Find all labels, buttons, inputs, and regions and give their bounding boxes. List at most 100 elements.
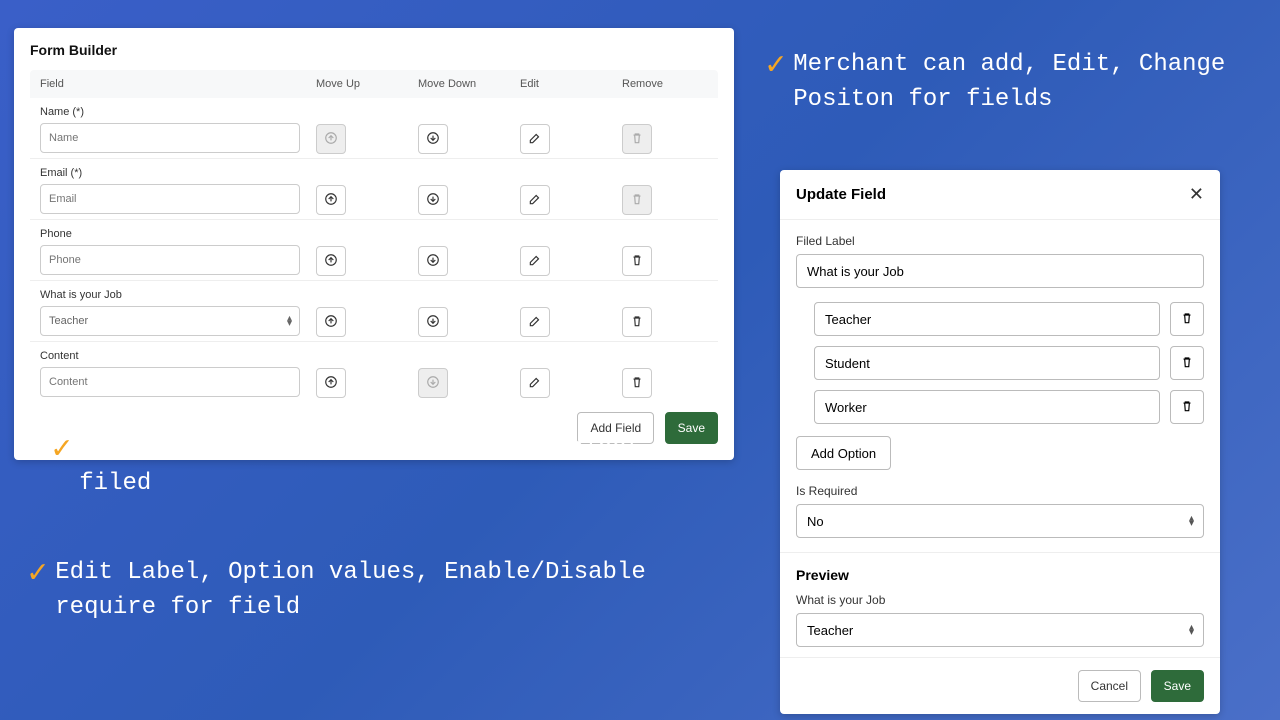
col-movedown: Move Down bbox=[412, 78, 514, 90]
move-down-button[interactable] bbox=[418, 124, 448, 154]
edit-icon bbox=[528, 131, 542, 148]
trash-icon bbox=[630, 314, 644, 331]
move-down-button[interactable] bbox=[418, 307, 448, 337]
field-input[interactable] bbox=[40, 123, 300, 153]
edit-button[interactable] bbox=[520, 185, 550, 215]
remove-button[interactable] bbox=[622, 307, 652, 337]
option-input[interactable] bbox=[814, 302, 1160, 336]
arrow-down-icon bbox=[426, 131, 440, 148]
field-label: Content bbox=[40, 350, 304, 362]
option-input[interactable] bbox=[814, 346, 1160, 380]
cancel-button[interactable]: Cancel bbox=[1078, 670, 1141, 702]
check-icon: ✓ bbox=[766, 50, 785, 82]
modal-save-button[interactable]: Save bbox=[1151, 670, 1204, 702]
form-row: What is your Job ▴▾ bbox=[30, 280, 718, 341]
arrow-up-icon bbox=[324, 192, 338, 209]
option-row bbox=[796, 302, 1204, 336]
form-row: Email (*) bbox=[30, 158, 718, 219]
chevron-updown-icon: ▴▾ bbox=[1189, 516, 1194, 526]
callout-3-text: Edit Label, Option values, Enable/Disabl… bbox=[55, 556, 748, 626]
callout-2-text: Support Text, Dropdown, Multiple Select … bbox=[79, 432, 672, 502]
field-label: What is your Job bbox=[40, 289, 304, 301]
edit-button[interactable] bbox=[520, 368, 550, 398]
remove-button[interactable] bbox=[622, 246, 652, 276]
field-input[interactable] bbox=[40, 184, 300, 214]
col-moveup: Move Up bbox=[310, 78, 412, 90]
form-row: Phone bbox=[30, 219, 718, 280]
field-input[interactable] bbox=[40, 245, 300, 275]
chevron-updown-icon: ▴▾ bbox=[1189, 625, 1194, 635]
update-field-modal: Update Field ✕ Filed Label Add Option Is… bbox=[780, 170, 1220, 714]
preview-title: Preview bbox=[796, 567, 1204, 583]
option-row bbox=[796, 346, 1204, 380]
callout-1-text: Merchant can add, Edit, Change Positon f… bbox=[793, 48, 1236, 118]
field-label-input[interactable] bbox=[796, 254, 1204, 288]
form-builder-header: Field Move Up Move Down Edit Remove bbox=[30, 70, 718, 98]
move-down-button[interactable] bbox=[418, 246, 448, 276]
trash-icon bbox=[1180, 399, 1194, 416]
move-up-button[interactable] bbox=[316, 307, 346, 337]
edit-button[interactable] bbox=[520, 124, 550, 154]
form-builder-panel: Form Builder Field Move Up Move Down Edi… bbox=[14, 28, 734, 460]
callout-2: ✓ Support Text, Dropdown, Multiple Selec… bbox=[52, 432, 672, 502]
arrow-down-icon bbox=[426, 253, 440, 270]
edit-button[interactable] bbox=[520, 246, 550, 276]
remove-button bbox=[622, 124, 652, 154]
delete-option-button[interactable] bbox=[1170, 302, 1204, 336]
field-select[interactable] bbox=[40, 306, 300, 336]
is-required-caption: Is Required bbox=[796, 484, 1204, 498]
move-down-button bbox=[418, 368, 448, 398]
arrow-down-icon bbox=[426, 375, 440, 392]
remove-button bbox=[622, 185, 652, 215]
arrow-up-icon bbox=[324, 131, 338, 148]
edit-icon bbox=[528, 314, 542, 331]
check-icon: ✓ bbox=[28, 558, 47, 590]
field-label: Name (*) bbox=[40, 106, 304, 118]
edit-icon bbox=[528, 375, 542, 392]
modal-title: Update Field bbox=[796, 186, 886, 203]
delete-option-button[interactable] bbox=[1170, 346, 1204, 380]
callout-1: ✓ Merchant can add, Edit, Change Positon… bbox=[766, 48, 1236, 118]
form-builder-title: Form Builder bbox=[30, 42, 718, 58]
field-input[interactable] bbox=[40, 367, 300, 397]
col-remove: Remove bbox=[616, 78, 718, 90]
edit-button[interactable] bbox=[520, 307, 550, 337]
form-row: Name (*) bbox=[30, 98, 718, 158]
close-icon[interactable]: ✕ bbox=[1189, 184, 1204, 205]
move-up-button[interactable] bbox=[316, 246, 346, 276]
field-label: Email (*) bbox=[40, 167, 304, 179]
arrow-down-icon bbox=[426, 192, 440, 209]
preview-select[interactable] bbox=[796, 613, 1204, 647]
form-row: Content bbox=[30, 341, 718, 402]
trash-icon bbox=[630, 131, 644, 148]
move-up-button bbox=[316, 124, 346, 154]
trash-icon bbox=[630, 375, 644, 392]
arrow-down-icon bbox=[426, 314, 440, 331]
remove-button[interactable] bbox=[622, 368, 652, 398]
delete-option-button[interactable] bbox=[1170, 390, 1204, 424]
arrow-up-icon bbox=[324, 375, 338, 392]
edit-icon bbox=[528, 253, 542, 270]
field-label-caption: Filed Label bbox=[796, 234, 1204, 248]
save-button[interactable]: Save bbox=[665, 412, 718, 444]
callout-3: ✓ Edit Label, Option values, Enable/Disa… bbox=[28, 556, 748, 626]
is-required-select[interactable] bbox=[796, 504, 1204, 538]
option-input[interactable] bbox=[814, 390, 1160, 424]
move-up-button[interactable] bbox=[316, 368, 346, 398]
col-field: Field bbox=[30, 78, 310, 90]
chevron-updown-icon: ▴▾ bbox=[287, 316, 292, 326]
check-icon: ✓ bbox=[52, 434, 71, 466]
move-up-button[interactable] bbox=[316, 185, 346, 215]
col-edit: Edit bbox=[514, 78, 616, 90]
move-down-button[interactable] bbox=[418, 185, 448, 215]
edit-icon bbox=[528, 192, 542, 209]
option-row bbox=[796, 390, 1204, 424]
trash-icon bbox=[1180, 355, 1194, 372]
modal-header: Update Field ✕ bbox=[780, 170, 1220, 220]
trash-icon bbox=[630, 253, 644, 270]
field-label: Phone bbox=[40, 228, 304, 240]
arrow-up-icon bbox=[324, 314, 338, 331]
trash-icon bbox=[630, 192, 644, 209]
arrow-up-icon bbox=[324, 253, 338, 270]
add-option-button[interactable]: Add Option bbox=[796, 436, 891, 470]
